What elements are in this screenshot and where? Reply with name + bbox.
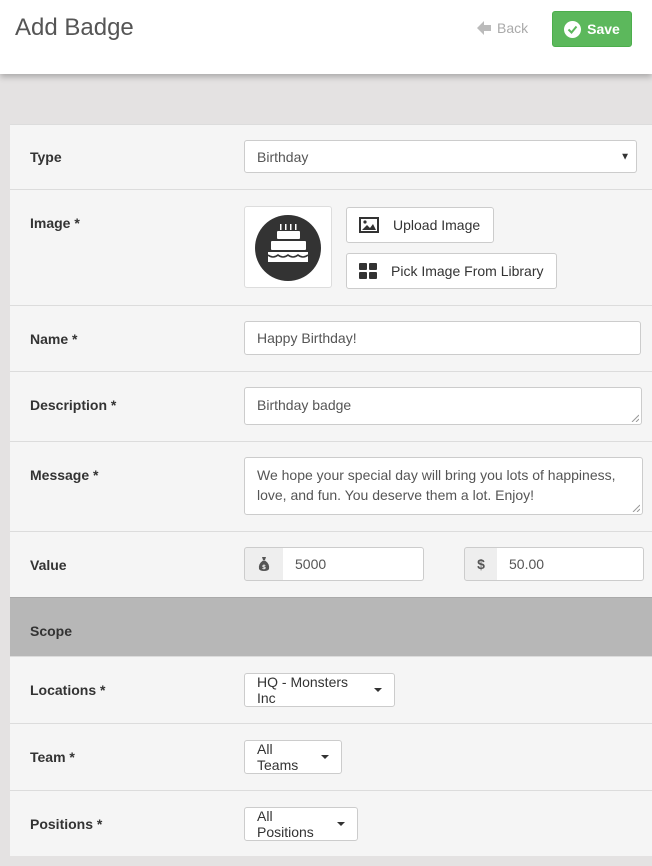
pick-image-library-button[interactable]: Pick Image From Library (346, 253, 557, 289)
money-bag-icon: $ (258, 557, 270, 571)
value-label: Value (30, 557, 67, 573)
value-row: Value $ 5000 $ 50.00 (10, 531, 652, 597)
name-label: Name * (30, 331, 78, 347)
team-label: Team * (30, 749, 75, 765)
name-input-value: Happy Birthday! (257, 330, 357, 346)
resize-handle-icon[interactable] (632, 504, 640, 512)
scope-section-header: Scope (10, 597, 652, 656)
image-row: Image * Upload Image Pick Image From Lib… (10, 189, 652, 305)
scope-header-label: Scope (30, 623, 73, 639)
save-label: Save (587, 21, 620, 37)
pick-image-library-label: Pick Image From Library (391, 263, 544, 279)
caret-down-icon (337, 822, 345, 826)
back-label: Back (497, 20, 529, 36)
points-addon: $ (244, 547, 284, 581)
description-row: Description * Birthday badge (10, 371, 652, 441)
locations-dropdown[interactable]: HQ - Monsters Inc (244, 673, 395, 707)
positions-dropdown[interactable]: All Positions (244, 807, 358, 841)
type-label: Type (30, 149, 62, 165)
positions-dropdown-value: All Positions (257, 808, 314, 840)
description-label: Description * (30, 397, 117, 413)
page-title: Add Badge (15, 14, 134, 41)
type-select-value: Birthday (257, 148, 309, 165)
locations-dropdown-value: HQ - Monsters Inc (257, 674, 349, 706)
birthday-cake-icon (255, 215, 321, 281)
message-label: Message * (30, 467, 99, 483)
positions-label: Positions * (30, 816, 103, 832)
points-input[interactable]: 5000 (283, 547, 424, 581)
image-icon (359, 217, 379, 233)
resize-handle-icon[interactable] (631, 414, 639, 422)
message-textarea[interactable]: We hope your special day will bring you … (244, 457, 643, 515)
grid-icon (359, 263, 377, 279)
currency-addon: $ (464, 547, 498, 581)
type-select[interactable]: Birthday ▼ (244, 140, 637, 173)
team-dropdown-value: All Teams (257, 741, 299, 773)
select-caret-icon: ▼ (620, 151, 630, 162)
name-row: Name * Happy Birthday! (10, 305, 652, 371)
type-row: Type Birthday ▼ (10, 124, 652, 189)
check-circle-icon (564, 20, 582, 38)
locations-label: Locations * (30, 682, 106, 698)
points-input-value: 5000 (295, 556, 327, 572)
name-input[interactable]: Happy Birthday! (244, 321, 641, 355)
upload-image-label: Upload Image (393, 217, 481, 233)
description-textarea-value: Birthday badge (257, 397, 352, 413)
message-row: Message * We hope your special day will … (10, 441, 652, 531)
message-textarea-value: We hope your special day will bring you … (257, 467, 616, 503)
back-button[interactable]: Back (475, 19, 528, 37)
arrow-left-icon (477, 21, 491, 35)
locations-row: Locations * HQ - Monsters Inc (10, 656, 652, 723)
amount-input-value: 50.00 (509, 556, 545, 572)
currency-symbol: $ (477, 556, 485, 572)
image-label: Image * (30, 215, 80, 231)
upload-image-button[interactable]: Upload Image (346, 207, 494, 243)
positions-row: Positions * All Positions (10, 790, 652, 856)
team-dropdown[interactable]: All Teams (244, 740, 342, 774)
badge-image-frame (244, 206, 332, 288)
amount-input[interactable]: 50.00 (497, 547, 644, 581)
svg-text:$: $ (262, 564, 266, 571)
save-button[interactable]: Save (552, 11, 632, 47)
caret-down-icon (321, 755, 329, 759)
top-bar: Add Badge Back Save (0, 0, 652, 74)
caret-down-icon (374, 688, 382, 692)
team-row: Team * All Teams (10, 723, 652, 790)
description-textarea[interactable]: Birthday badge (244, 387, 642, 425)
